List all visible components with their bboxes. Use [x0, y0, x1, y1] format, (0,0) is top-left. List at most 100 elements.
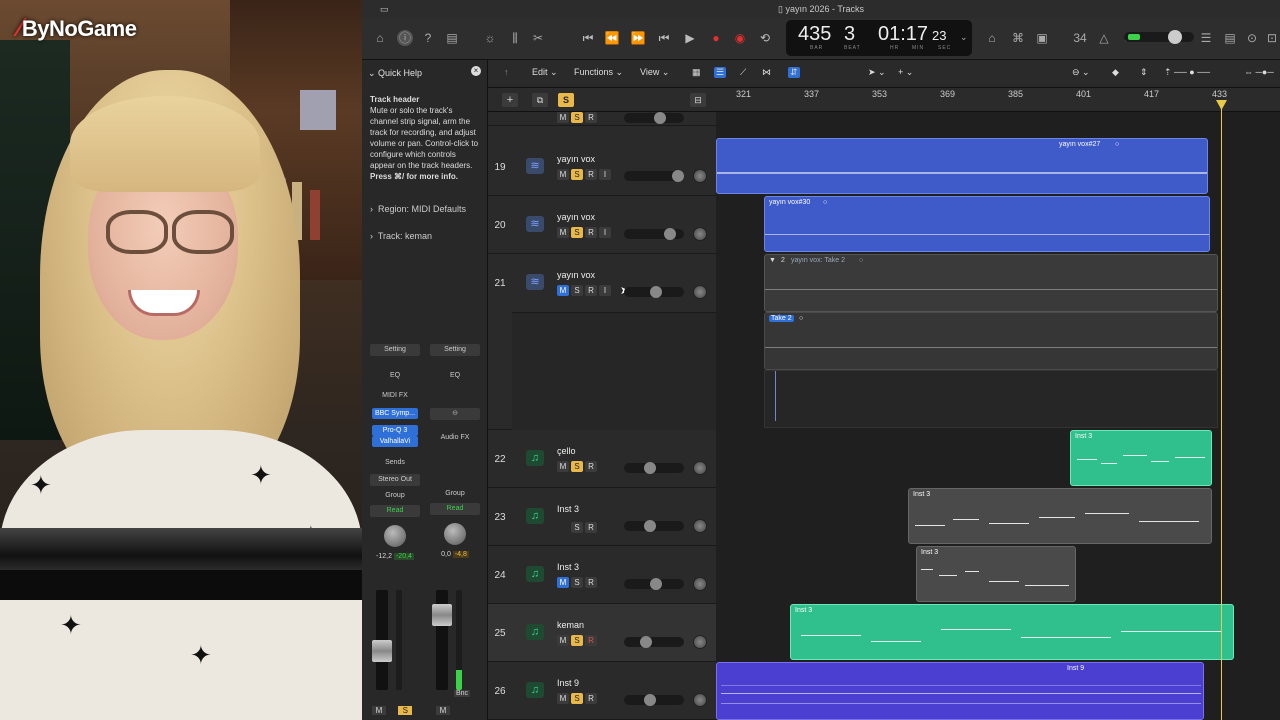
- duplicate-track-icon[interactable]: ⧉: [532, 93, 548, 107]
- record-enable-button[interactable]: R: [585, 227, 597, 238]
- automation-button-out[interactable]: Read: [430, 503, 480, 515]
- pan-knob[interactable]: [693, 519, 707, 533]
- track-header[interactable]: 23 ♫ Inst 3 SR: [488, 488, 716, 546]
- midi-fx-slot[interactable]: MIDI FX: [370, 390, 420, 402]
- play-icon[interactable]: ▶: [682, 30, 698, 46]
- lcd-dropdown-icon[interactable]: ⌄: [960, 32, 968, 43]
- track-header[interactable]: 20 ≋ yayın vox MSRI: [488, 196, 716, 254]
- tuner-icon[interactable]: ⌂: [984, 30, 1000, 46]
- output-button[interactable]: Stereo Out: [370, 474, 420, 486]
- automation-button[interactable]: Read: [370, 505, 420, 517]
- go-to-start-icon[interactable]: ⏮: [580, 30, 596, 46]
- volume-slider[interactable]: [624, 462, 684, 474]
- toolbar-icon[interactable]: ▤: [444, 30, 460, 46]
- cycle-icon[interactable]: ⟲: [757, 30, 773, 46]
- instrument-slot[interactable]: BBC Symp...: [372, 408, 418, 419]
- solo-button[interactable]: S: [571, 635, 583, 646]
- input-monitor-button[interactable]: I: [599, 227, 611, 238]
- eq-button[interactable]: EQ: [370, 370, 420, 382]
- add-track-icon[interactable]: +: [502, 93, 518, 107]
- playhead[interactable]: [1221, 100, 1222, 720]
- vertical-zoom-icon[interactable]: ⇕: [1140, 67, 1148, 78]
- pan-knob[interactable]: [693, 169, 707, 183]
- track-header[interactable]: 22 ♫ çello MSR: [488, 430, 716, 488]
- track-header[interactable]: 21 ≋ yayın vox MSRI ➤: [488, 254, 716, 430]
- solo-button[interactable]: S: [571, 693, 583, 704]
- master-volume-slider[interactable]: [1124, 30, 1194, 44]
- solo-button[interactable]: S: [571, 522, 583, 533]
- track-name[interactable]: Inst 3: [557, 504, 579, 514]
- go-to-beginning-icon[interactable]: ⏮: [656, 30, 672, 46]
- browser-icon[interactable]: ⊡: [1264, 30, 1280, 46]
- mute-button[interactable]: M: [557, 169, 569, 180]
- input-monitor-button[interactable]: I: [599, 169, 611, 180]
- horizontal-zoom-slider[interactable]: ⇔ ─●─: [1244, 67, 1274, 77]
- take-region[interactable]: Take 2 ○: [764, 312, 1218, 370]
- flex-icon[interactable]: ⟋: [740, 67, 746, 78]
- grid-icon[interactable]: ▦: [692, 67, 701, 78]
- mute-button[interactable]: M: [557, 635, 569, 646]
- track-header[interactable]: 19 ≋ yayın vox MSRI: [488, 138, 716, 196]
- fx-slot-2[interactable]: ValhallaVi: [372, 436, 418, 447]
- midi-region[interactable]: Inst 3: [916, 546, 1076, 602]
- collapse-icon[interactable]: ⊟: [690, 93, 706, 107]
- midi-region[interactable]: Inst 9: [716, 662, 1204, 720]
- pan-knob[interactable]: [693, 461, 707, 475]
- track-header[interactable]: 26 ♫ Inst 9 MSR: [488, 662, 716, 720]
- record-enable-button[interactable]: R: [585, 522, 597, 533]
- record-enable-button[interactable]: R: [585, 635, 597, 646]
- list-view-icon[interactable]: ☰: [714, 67, 727, 78]
- view-menu[interactable]: View ⌄: [640, 67, 669, 78]
- solo-button[interactable]: S: [571, 577, 583, 588]
- inspector-icon[interactable]: ⓘ: [397, 30, 413, 46]
- track-header[interactable]: 24 ♫ Inst 3 MSR: [488, 546, 716, 604]
- editors-icon[interactable]: ✂: [530, 30, 546, 46]
- pan-knob-out[interactable]: [444, 523, 466, 545]
- midi-region[interactable]: Inst 3: [908, 488, 1212, 544]
- track-name[interactable]: yayın vox: [557, 154, 595, 164]
- region-inspector[interactable]: › Region: MIDI Defaults: [370, 204, 466, 214]
- forward-icon[interactable]: ⏩: [630, 30, 646, 46]
- catch-icon[interactable]: ⇵: [788, 67, 800, 78]
- fade-icon[interactable]: ⋈: [762, 67, 771, 78]
- audio-fx-slot[interactable]: Audio FX: [430, 432, 480, 444]
- mute-button[interactable]: M: [557, 227, 569, 238]
- mute-button-out[interactable]: M: [436, 706, 450, 715]
- pan-knob[interactable]: [693, 227, 707, 241]
- close-icon[interactable]: ×: [471, 66, 481, 76]
- volume-slider[interactable]: [624, 286, 684, 298]
- mute-button[interactable]: M: [557, 461, 569, 472]
- record-enable-button[interactable]: R: [585, 577, 597, 588]
- volume-slider[interactable]: [624, 694, 684, 706]
- pointer-tool-icon[interactable]: ➤ ⌄: [868, 67, 886, 78]
- volume-slider[interactable]: [624, 170, 684, 182]
- mute-button[interactable]: [557, 519, 569, 530]
- rewind-icon[interactable]: ⏪: [604, 30, 620, 46]
- solo-button[interactable]: S: [571, 169, 583, 180]
- eq-button-out[interactable]: EQ: [430, 370, 480, 382]
- volume-fader[interactable]: [372, 590, 392, 690]
- solo-button[interactable]: S: [571, 461, 583, 472]
- track-name[interactable]: Inst 9: [557, 678, 579, 688]
- notepad-icon[interactable]: ▤: [1222, 30, 1238, 46]
- record-enable-button[interactable]: R: [585, 461, 597, 472]
- snap-icon[interactable]: ⊖ ⌄: [1072, 67, 1090, 78]
- group-button[interactable]: Group: [370, 490, 420, 502]
- group-button-out[interactable]: Group: [430, 488, 480, 500]
- volume-slider[interactable]: [624, 636, 684, 648]
- sidebar-toggle-icon[interactable]: ▭: [380, 0, 389, 18]
- vertical-zoom-slider[interactable]: ⇡ ── ● ──: [1164, 67, 1210, 78]
- solo-button[interactable]: S: [398, 706, 413, 715]
- pan-knob[interactable]: [693, 285, 707, 299]
- pan-knob[interactable]: [693, 577, 707, 591]
- volume-fader-out[interactable]: [432, 590, 452, 690]
- track-inspector[interactable]: › Track: keman: [370, 231, 432, 241]
- waveform-zoom-icon[interactable]: ◆: [1112, 67, 1119, 78]
- list-editors-icon[interactable]: ☰: [1198, 30, 1214, 46]
- solo-button[interactable]: S: [571, 227, 583, 238]
- record-icon[interactable]: ●: [708, 30, 724, 46]
- empty-take-lane[interactable]: [764, 370, 1218, 428]
- count-in[interactable]: 34: [1068, 30, 1092, 46]
- edit-menu[interactable]: Edit ⌄: [532, 67, 558, 78]
- midi-region[interactable]: Inst 3: [1070, 430, 1212, 486]
